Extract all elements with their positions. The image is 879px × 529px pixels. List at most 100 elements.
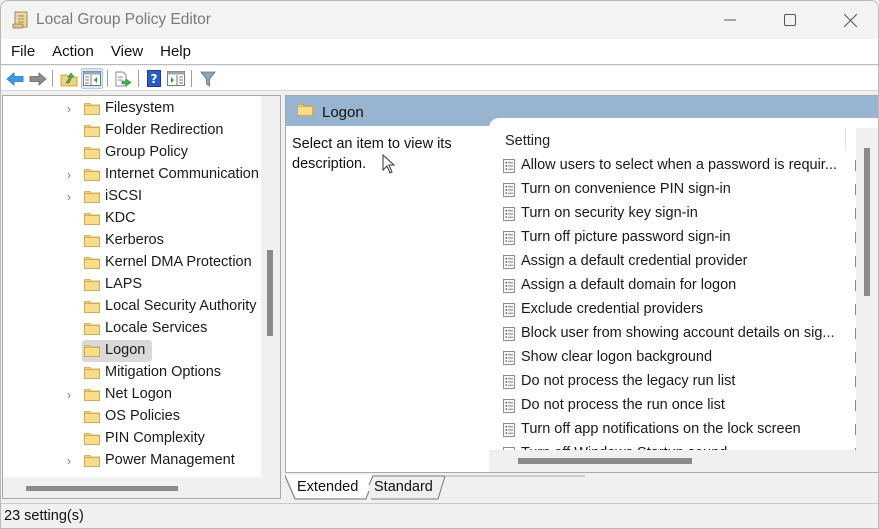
policy-setting-icon: [503, 399, 515, 413]
setting-row[interactable]: Assign a default credential provider: [489, 250, 857, 274]
menu-view[interactable]: View: [111, 43, 143, 60]
policy-setting-icon: [503, 375, 515, 389]
expand-chevron-icon[interactable]: ›: [67, 454, 71, 468]
show-hide-console-tree-button[interactable]: [81, 68, 103, 89]
expand-chevron-icon[interactable]: ›: [67, 388, 71, 402]
tree-item[interactable]: › Internet Communication Management: [3, 164, 261, 186]
tree-item[interactable]: LAPS: [3, 274, 261, 296]
expand-chevron-icon[interactable]: ›: [67, 190, 71, 204]
details-title: Logon: [322, 104, 364, 121]
tree-item[interactable]: Kerberos: [3, 230, 261, 252]
setting-row[interactable]: Do not process the run once list: [489, 394, 857, 418]
setting-name: Turn on security key sign-in: [521, 205, 698, 221]
back-arrow-icon: [6, 71, 24, 86]
settings-horizontal-scrollbar[interactable]: [489, 450, 878, 472]
column-header-setting[interactable]: Setting: [505, 133, 550, 149]
folder-icon: [297, 104, 313, 116]
show-hide-action-pane-button[interactable]: [165, 68, 187, 89]
tree-item[interactable]: Local Security Authority: [3, 296, 261, 318]
tree-item-label: iSCSI: [105, 188, 143, 204]
maximize-button[interactable]: [761, 1, 819, 39]
setting-row[interactable]: Turn on security key sign-in: [489, 202, 857, 226]
window: Local Group Policy Editor File Action Vi…: [0, 0, 879, 529]
folder-icon: [84, 235, 100, 247]
menu-file[interactable]: File: [11, 43, 35, 60]
tree-item[interactable]: Group Policy: [3, 142, 261, 164]
maximize-icon: [784, 14, 796, 26]
group-policy-app-icon: [12, 11, 28, 29]
setting-name: Do not process the legacy run list: [521, 373, 736, 389]
tree-item[interactable]: › Net Logon: [3, 384, 261, 406]
expand-chevron-icon[interactable]: ›: [67, 168, 71, 182]
policy-setting-icon: [503, 255, 515, 269]
setting-row[interactable]: Block user from showing account details …: [489, 322, 857, 346]
title-bar: Local Group Policy Editor: [1, 1, 878, 39]
column-divider[interactable]: [845, 128, 846, 150]
help-button[interactable]: ?: [143, 68, 165, 89]
tree-list: › Filesystem Folder Redirection Group Polic…: [3, 96, 261, 477]
tree-item[interactable]: › Power Management: [3, 450, 261, 472]
tree-item[interactable]: › iSCSI: [3, 186, 261, 208]
setting-row[interactable]: Do not process the legacy run list: [489, 370, 857, 394]
tab-extended[interactable]: Extended: [287, 475, 367, 499]
folder-icon: [84, 279, 100, 291]
setting-name: Turn on convenience PIN sign-in: [521, 181, 731, 197]
expand-chevron-icon[interactable]: ›: [67, 102, 71, 116]
tree-item-label: Locale Services: [105, 320, 208, 336]
tree-horizontal-scroll-thumb[interactable]: [26, 486, 178, 491]
tree-vertical-scroll-thumb[interactable]: [267, 250, 273, 336]
tree-item[interactable]: Kernel DMA Protection: [3, 252, 261, 274]
setting-row[interactable]: Turn on convenience PIN sign-in: [489, 178, 857, 202]
filter-button[interactable]: [197, 68, 219, 89]
tree-item-label: Local Security Authority: [105, 298, 257, 314]
tree-item[interactable]: › Filesystem: [3, 98, 261, 120]
tree-item[interactable]: KDC: [3, 208, 261, 230]
view-tabs: Extended Standard: [285, 475, 585, 501]
folder-icon: [84, 367, 100, 379]
setting-row[interactable]: Turn off app notifications on the lock s…: [489, 418, 857, 442]
tree-item[interactable]: Folder Redirection: [3, 120, 261, 142]
setting-row[interactable]: Turn off picture password sign-in: [489, 226, 857, 250]
settings-vertical-scrollbar[interactable]: [856, 128, 878, 450]
menu-bar: File Action View Help: [1, 39, 878, 65]
tree-item[interactable]: Logon: [3, 340, 261, 362]
toolbar-separator: [52, 70, 53, 87]
up-one-level-button[interactable]: [58, 68, 80, 89]
setting-name: Assign a default credential provider: [521, 253, 748, 269]
menu-help[interactable]: Help: [160, 43, 191, 60]
setting-row[interactable]: Exclude credential providers: [489, 298, 857, 322]
setting-row[interactable]: Turn off Windows Startup sound: [489, 442, 857, 450]
tree-item[interactable]: PIN Complexity: [3, 428, 261, 450]
help-icon: ?: [147, 70, 161, 87]
close-button[interactable]: [821, 1, 878, 39]
folder-icon: [84, 323, 100, 335]
setting-name: Block user from showing account details …: [521, 325, 835, 341]
folder-icon: [84, 411, 100, 423]
tree-horizontal-scrollbar[interactable]: [3, 477, 280, 498]
settings-rows: Allow users to select when a password is…: [489, 154, 857, 450]
folder-icon: [84, 169, 100, 181]
tab-standard[interactable]: Standard: [369, 475, 447, 499]
forward-button[interactable]: [27, 68, 49, 89]
svg-text:?: ?: [151, 72, 158, 86]
policy-setting-icon: [503, 231, 515, 245]
setting-row[interactable]: Assign a default domain for logon: [489, 274, 857, 298]
export-list-button[interactable]: [112, 68, 134, 89]
tree-item-label: Power Management: [105, 452, 235, 468]
tree-item[interactable]: Mitigation Options: [3, 362, 261, 384]
tree-item-label: Kernel DMA Protection: [105, 254, 252, 270]
settings-vertical-scroll-thumb[interactable]: [864, 148, 870, 296]
tree-vertical-scrollbar[interactable]: [261, 96, 280, 477]
status-bar: 23 setting(s): [1, 503, 878, 528]
tree-item[interactable]: Locale Services: [3, 318, 261, 340]
setting-row[interactable]: Show clear logon background: [489, 346, 857, 370]
back-button[interactable]: [4, 68, 26, 89]
status-settings-count: 23 setting(s): [4, 508, 84, 524]
policy-setting-icon: [503, 183, 515, 197]
setting-row[interactable]: Allow users to select when a password is…: [489, 154, 857, 178]
toolbar-separator: [138, 70, 139, 87]
minimize-button[interactable]: [701, 1, 759, 39]
tree-item[interactable]: OS Policies: [3, 406, 261, 428]
settings-horizontal-scroll-thumb[interactable]: [518, 458, 692, 464]
menu-action[interactable]: Action: [52, 43, 94, 60]
